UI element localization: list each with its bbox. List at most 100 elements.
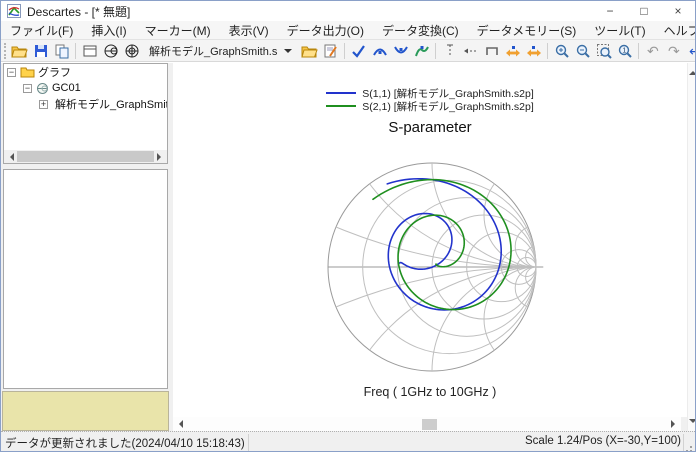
view-undo-button[interactable]: ↩ <box>684 41 696 61</box>
smith-chart-view[interactable]: S(1,1) [解析モデル_GraphSmith.s2p] S(2,1) [解析… <box>173 63 687 417</box>
note-panel <box>2 391 169 431</box>
menu-data-convert[interactable]: データ変換(C) <box>373 20 468 41</box>
horizontal-line-marker-button[interactable] <box>460 41 481 61</box>
marker-arc-up-button[interactable] <box>390 41 411 61</box>
tree-item-label: グラフ <box>38 64 71 80</box>
tree-item-model[interactable]: + 解析モデル_GraphSmith.s2p <box>4 96 167 112</box>
legend-line-s21 <box>326 105 356 107</box>
chart-vertical-scrollbar[interactable] <box>687 63 696 431</box>
zoom-out-button[interactable] <box>572 41 593 61</box>
status-scale-position: Scale 1.24/Pos (X=-30,Y=100) <box>525 435 681 447</box>
zoom-100-button[interactable]: 1 <box>614 41 635 61</box>
tree-item-label: 解析モデル_GraphSmith.s2p <box>55 96 167 112</box>
menu-file[interactable]: ファイル(F) <box>1 20 82 41</box>
bracket-icon <box>484 43 500 59</box>
chart-title: S-parameter <box>173 119 687 136</box>
close-button[interactable]: × <box>661 1 695 21</box>
marker-pencil-icon <box>351 43 367 59</box>
chevron-down-icon <box>284 49 292 57</box>
undo-button[interactable]: ↶ <box>642 41 663 61</box>
open-model-button[interactable] <box>299 41 320 61</box>
scrollbar-thumb[interactable] <box>422 419 437 430</box>
vertical-line-marker-button[interactable] <box>439 41 460 61</box>
menu-data-output[interactable]: データ出力(O) <box>278 20 373 41</box>
zoom-out-icon <box>575 43 591 59</box>
delta-marker-button[interactable] <box>481 41 502 61</box>
scroll-left-arrow[interactable] <box>6 153 14 161</box>
toolbar-separator <box>435 43 436 59</box>
copy-button[interactable] <box>51 41 72 61</box>
content-area: − グラフ − GC01 + <box>1 63 695 431</box>
status-divider <box>683 434 684 451</box>
status-divider <box>248 434 249 451</box>
menu-view[interactable]: 表示(V) <box>220 20 278 41</box>
collapse-toggle-icon[interactable]: − <box>23 84 32 93</box>
legend-label-s21: S(2,1) [解析モデル_GraphSmith.s2p] <box>362 99 534 114</box>
scroll-up-arrow[interactable] <box>689 67 696 75</box>
marker-edit-button[interactable] <box>348 41 369 61</box>
toolbar-separator <box>547 43 548 59</box>
minimize-button[interactable]: − <box>593 1 627 21</box>
detail-panel <box>3 169 168 389</box>
copy-icon <box>54 43 70 59</box>
vertical-dashed-line-icon <box>442 43 458 59</box>
smith-chart-button[interactable] <box>100 41 121 61</box>
menu-help[interactable]: ヘルプ(H) <box>655 20 696 41</box>
menu-marker[interactable]: マーカー(M) <box>136 20 220 41</box>
scrollbar-thumb[interactable] <box>17 151 154 162</box>
cup-marker-icon <box>393 43 409 59</box>
expand-toggle-icon[interactable]: + <box>39 100 48 109</box>
toolbar-grip <box>4 43 6 59</box>
resize-grip[interactable] <box>685 443 694 452</box>
redo-icon: ↷ <box>668 44 680 58</box>
model-selector[interactable]: 解析モデル_GraphSmith.s <box>145 42 296 60</box>
collapse-toggle-icon[interactable]: − <box>7 68 16 77</box>
smith-chart-plot <box>302 150 562 384</box>
scroll-right-arrow[interactable] <box>157 153 165 161</box>
tree-item-graph[interactable]: − グラフ <box>4 64 167 80</box>
status-message: データが更新されました(2024/04/10 15:18:43) <box>5 435 245 451</box>
tree-item-gc01[interactable]: − GC01 <box>4 80 167 96</box>
app-window: Descartes - [* 無題] − □ × ファイル(F) 挿入(I) マ… <box>0 0 696 452</box>
open-file-button[interactable] <box>9 41 30 61</box>
maximize-button[interactable]: □ <box>627 1 661 21</box>
graph-panel-icon <box>82 43 98 59</box>
toolbar-separator <box>344 43 345 59</box>
redo-button[interactable]: ↷ <box>663 41 684 61</box>
marker-peak-button[interactable] <box>411 41 432 61</box>
scroll-left-arrow[interactable] <box>175 420 183 428</box>
legend-entry-s11: S(1,1) [解析モデル_GraphSmith.s2p] <box>326 87 534 99</box>
marker-arc-down-button[interactable] <box>369 41 390 61</box>
marker-move-right-button[interactable] <box>523 41 544 61</box>
edit-document-icon <box>323 43 339 59</box>
status-bar: データが更新されました(2024/04/10 15:18:43) Scale 1… <box>1 431 695 452</box>
legend-line-s11 <box>326 92 356 94</box>
chart-horizontal-scrollbar[interactable] <box>173 417 681 431</box>
zoom-in-icon <box>554 43 570 59</box>
model-selector-value: 解析モデル_GraphSmith.s <box>149 43 277 59</box>
zoom-area-button[interactable] <box>593 41 614 61</box>
tree-horizontal-scrollbar[interactable] <box>4 150 167 163</box>
marker-move-left-button[interactable] <box>502 41 523 61</box>
toolbar-separator <box>638 43 639 59</box>
zoom-in-button[interactable] <box>551 41 572 61</box>
graph-list-button[interactable] <box>79 41 100 61</box>
zoom-100-icon: 1 <box>617 43 633 59</box>
zoom-area-icon <box>596 43 612 59</box>
edit-model-button[interactable] <box>320 41 341 61</box>
save-button[interactable] <box>30 41 51 61</box>
open-folder-icon <box>11 43 28 59</box>
scroll-down-arrow[interactable] <box>689 419 696 427</box>
svg-text:1: 1 <box>622 47 626 54</box>
folder-icon <box>20 66 35 78</box>
polar-chart-button[interactable] <box>121 41 142 61</box>
menu-insert[interactable]: 挿入(I) <box>82 20 135 41</box>
scroll-right-arrow[interactable] <box>671 420 679 428</box>
menu-tools[interactable]: ツール(T) <box>585 20 654 41</box>
save-icon <box>33 43 49 59</box>
move-marker-left-icon <box>505 43 521 59</box>
peak-marker-icon <box>414 43 430 59</box>
arc-marker-icon <box>372 43 388 59</box>
toolbar-separator <box>75 43 76 59</box>
menu-data-memory[interactable]: データメモリー(S) <box>468 20 586 41</box>
